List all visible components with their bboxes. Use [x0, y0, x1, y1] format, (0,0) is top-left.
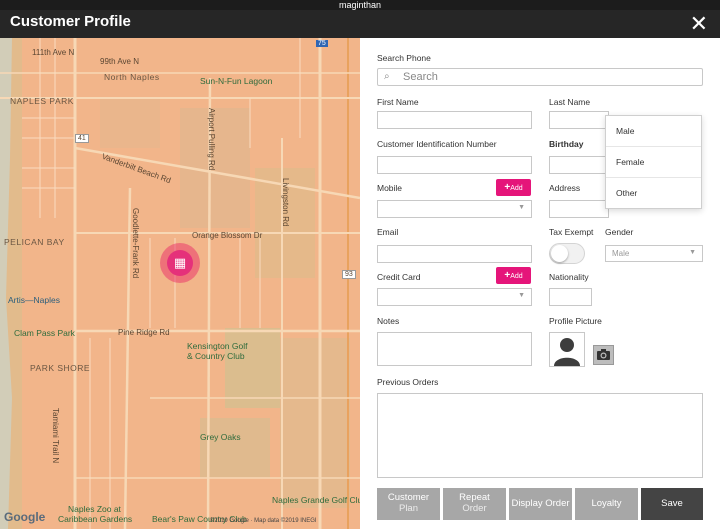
tax-exempt-toggle[interactable]	[549, 243, 585, 264]
search-icon: ⌕	[384, 71, 390, 82]
nationality-label: Nationality	[549, 272, 589, 282]
map-label-naples-park: NAPLES PARK	[10, 96, 74, 106]
credit-card-select[interactable]: ▼	[377, 288, 532, 306]
map-label-park-shore: PARK SHORE	[30, 363, 91, 373]
map-label-tamiami: Tamiami Trail N	[51, 408, 60, 464]
add-credit-card-button[interactable]: +Add	[496, 267, 531, 284]
map-label-kensington-2: & Country Club	[187, 351, 245, 361]
mobile-label: Mobile	[377, 183, 403, 193]
map-label-naples-grande: Naples Grande Golf Club	[272, 495, 360, 505]
notes-label: Notes	[377, 316, 400, 326]
search-placeholder: Search	[403, 71, 438, 83]
birthday-label: Birthday	[549, 139, 584, 149]
chevron-down-icon: ▼	[518, 292, 525, 299]
cin-field[interactable]	[377, 156, 532, 174]
last-name-field[interactable]	[549, 111, 609, 129]
first-name-field[interactable]	[377, 111, 532, 129]
nationality-field[interactable]	[549, 288, 592, 306]
notes-textarea[interactable]	[377, 332, 532, 366]
cin-label: Customer Identification Number	[377, 139, 497, 149]
map-label-artis: Artis—Naples	[8, 295, 60, 305]
map-label-airport: Airport Pulling Rd	[207, 108, 216, 171]
birthday-field[interactable]	[549, 156, 609, 174]
map-label-sun-n-fun: Sun-N-Fun Lagoon	[200, 76, 273, 86]
map-label-pine-ridge: Pine Ridge Rd	[118, 328, 170, 337]
previous-orders-label: Previous Orders	[377, 377, 439, 387]
chevron-down-icon: ▼	[518, 204, 525, 211]
map-route-93: 93	[342, 270, 356, 279]
map-label-111th: 111th Ave N	[32, 48, 75, 57]
customer-plan-button[interactable]: Customer Plan	[377, 488, 440, 520]
gender-option-female[interactable]: Female	[606, 147, 701, 178]
credit-card-label: Credit Card	[377, 272, 421, 282]
map-label-99th: 99th Ave N	[100, 57, 139, 66]
map-label-grey-oaks: Grey Oaks	[200, 432, 241, 442]
mobile-select[interactable]: ▼	[377, 200, 532, 218]
map-label-naples-zoo-1: Naples Zoo at	[68, 504, 121, 514]
previous-orders-box[interactable]	[377, 393, 703, 478]
search-phone-input[interactable]: ⌕ Search	[377, 68, 703, 86]
map-label-orange-blossom: Orange Blossom Dr	[192, 231, 263, 240]
close-icon[interactable]: ✕	[690, 11, 708, 37]
gender-label: Gender	[605, 227, 634, 237]
address-field[interactable]	[549, 200, 609, 218]
map-route-41: 41	[75, 134, 89, 143]
chevron-down-icon: ▼	[689, 249, 696, 256]
store-icon: ▦	[167, 250, 193, 276]
map-credit: ©2019 Google · Map data ©2019 INEGI	[210, 518, 317, 524]
last-name-label: Last Name	[549, 97, 591, 107]
avatar	[549, 332, 585, 367]
display-order-button[interactable]: Display Order	[509, 488, 572, 520]
map-panel[interactable]: 111th Ave N 99th Ave N North Naples Sun-…	[0, 38, 360, 529]
save-button[interactable]: Save	[641, 488, 703, 520]
map-label-kensington-1: Kensington Golf	[187, 341, 248, 351]
first-name-label: First Name	[377, 97, 419, 107]
gender-dropdown: Male Female Other	[605, 115, 702, 209]
status-bar: maginthan	[0, 0, 720, 10]
gender-select[interactable]: Male ▼	[605, 245, 703, 262]
map-label-goodlette: Goodlette-Frank Rd	[131, 208, 140, 279]
map-route-75: 75	[316, 40, 328, 47]
profile-picture-label: Profile Picture	[549, 316, 602, 326]
map-label-livingston: Livingston Rd	[281, 178, 290, 227]
profile-form: Search Phone ⌕ Search First Name Last Na…	[360, 38, 720, 529]
title-bar: Customer Profile ✕	[0, 10, 720, 38]
gender-option-male[interactable]: Male	[606, 116, 701, 147]
address-label: Address	[549, 183, 581, 193]
map-label-pelican-bay: PELICAN BAY	[4, 237, 65, 247]
map-label-naples-zoo-2: Caribbean Gardens	[58, 514, 133, 524]
status-bar-text: maginthan	[338, 0, 382, 10]
google-logo: Google	[4, 510, 46, 524]
gender-option-other[interactable]: Other	[606, 178, 701, 209]
loyalty-button[interactable]: Loyalty	[575, 488, 638, 520]
page-title: Customer Profile	[10, 13, 131, 30]
store-location-pin[interactable]: ▦	[160, 243, 200, 283]
repeat-order-button[interactable]: Repeat Order	[443, 488, 506, 520]
toggle-knob	[551, 245, 568, 262]
gender-value: Male	[612, 249, 630, 258]
add-mobile-button[interactable]: +Add	[496, 179, 531, 196]
tax-exempt-label: Tax Exempt	[549, 227, 594, 237]
email-field[interactable]	[377, 245, 532, 263]
map-label-clam-pass: Clam Pass Park	[14, 328, 75, 338]
email-label: Email	[377, 227, 399, 237]
map-label-north-naples: North Naples	[104, 72, 160, 82]
person-icon	[554, 338, 580, 366]
camera-icon[interactable]	[593, 345, 614, 365]
search-phone-label: Search Phone	[377, 53, 431, 63]
